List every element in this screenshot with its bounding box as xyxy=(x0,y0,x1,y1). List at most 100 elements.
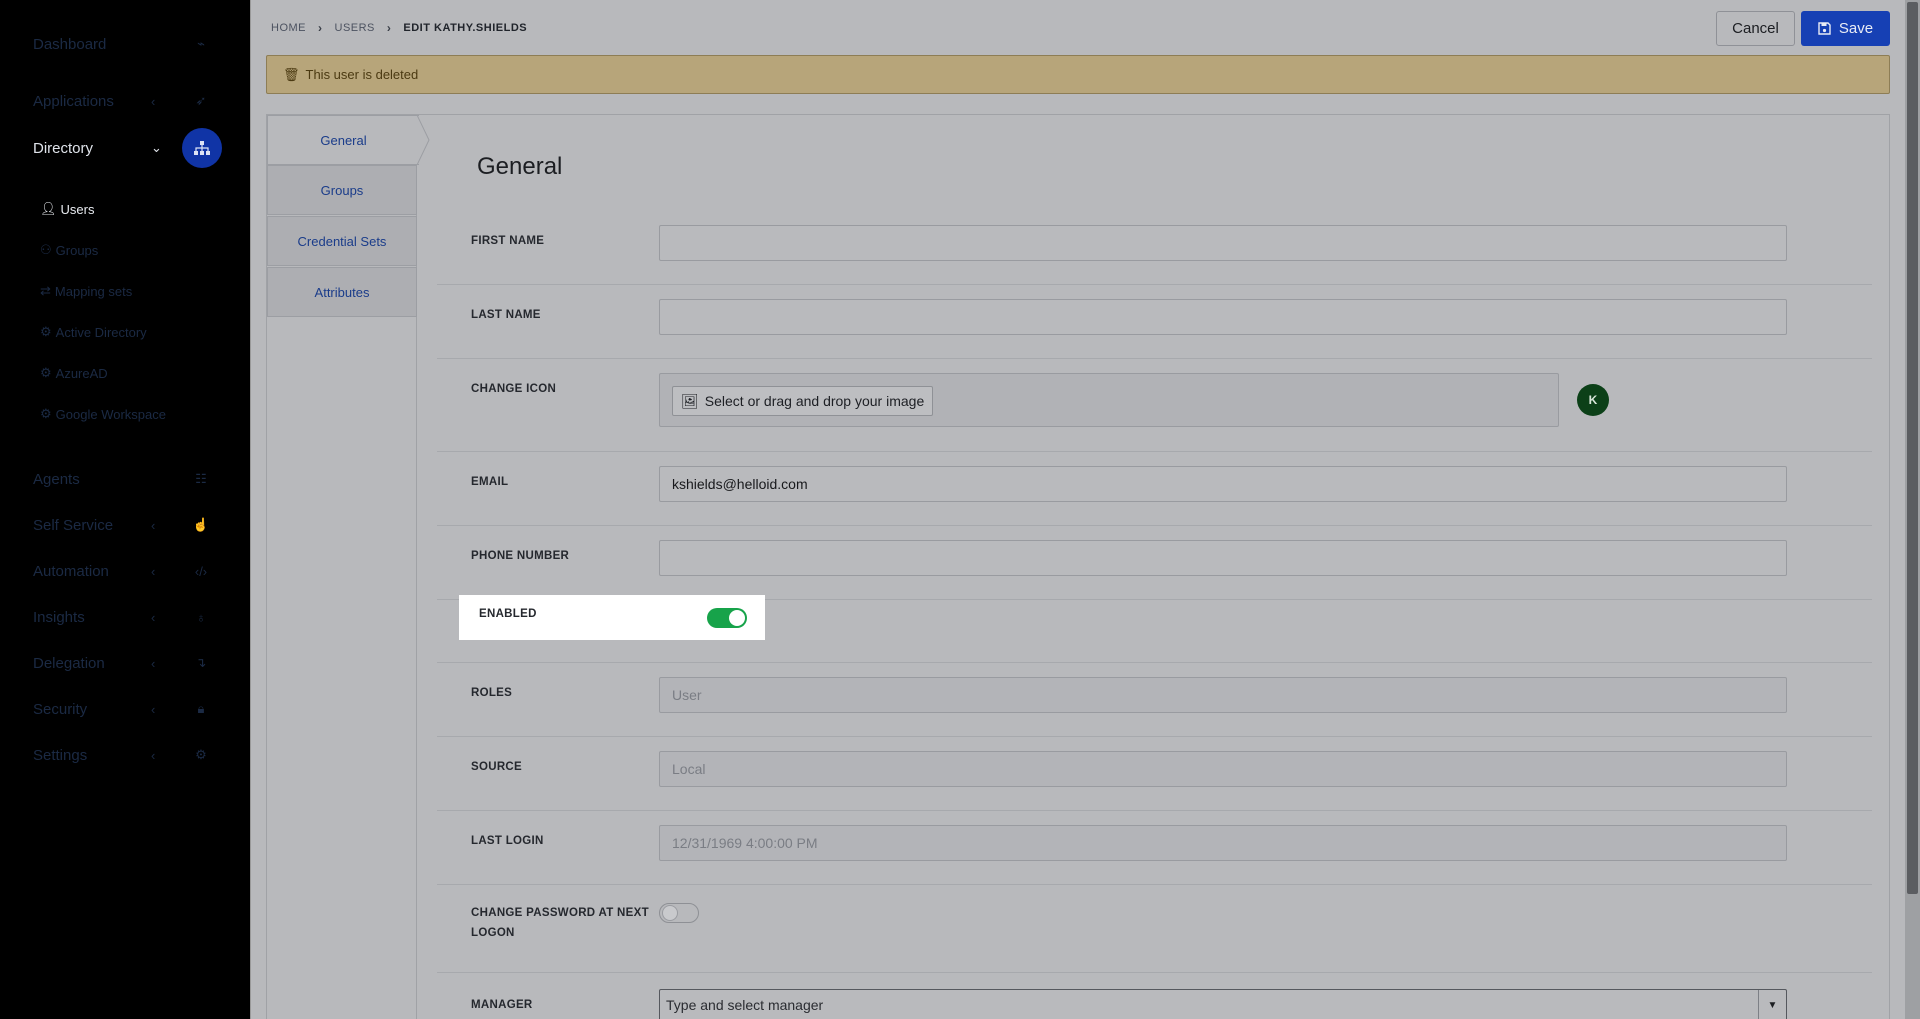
chevron-left-icon: ‹ xyxy=(151,609,156,625)
sidebar-item-self-service[interactable]: Self Service ‹ ☝ xyxy=(33,513,223,537)
tab-general[interactable]: General xyxy=(267,115,419,165)
avatar: K xyxy=(1577,384,1609,416)
breadcrumb-home[interactable]: HOME xyxy=(271,22,306,34)
first-name-label: FIRST NAME xyxy=(471,235,545,247)
enabled-label: ENABLED xyxy=(479,608,537,620)
change-password-label: CHANGE PASSWORD AT NEXT LOGON xyxy=(471,903,649,943)
chevron-left-icon: ‹ xyxy=(151,563,156,579)
tab-label: Attributes xyxy=(314,284,370,300)
sidebar-subitem-users[interactable]: 👤︎ Users xyxy=(40,201,94,217)
last-name-row: LAST NAME xyxy=(437,285,1872,359)
tab-label: Credential Sets xyxy=(297,233,387,249)
code-icon: ‹/› xyxy=(194,563,208,579)
sidebar-item-insights[interactable]: Insights ‹ ♁ xyxy=(33,605,223,629)
chevron-down-icon: ⌄ xyxy=(151,140,162,155)
last-name-label: LAST NAME xyxy=(471,309,541,321)
active-tab-arrow xyxy=(417,115,430,165)
toggle-knob xyxy=(662,905,678,921)
chevron-right-icon: › xyxy=(386,21,392,35)
toggle-knob xyxy=(729,610,745,626)
lock-icon: 🔒︎ xyxy=(197,701,205,716)
rocket-icon: ➶ xyxy=(195,93,207,108)
tab-list: General Groups Credential Sets Attribute… xyxy=(267,115,430,1019)
manager-row: MANAGER Type and select manager ▼ xyxy=(437,973,1872,1019)
sidebar-subitem-active-directory[interactable]: ⚙ Active Directory xyxy=(40,324,147,340)
sidebar: Dashboard ⌁ Applications ‹ ➶ Directory ⌄… xyxy=(0,0,250,1019)
tab-credential-sets[interactable]: Credential Sets xyxy=(267,216,417,266)
chevron-left-icon: ‹ xyxy=(151,93,156,109)
sidebar-item-settings[interactable]: Settings ‹ ⚙ xyxy=(33,743,223,767)
breadcrumb-users[interactable]: USERS xyxy=(335,22,375,34)
phone-row: PHONE NUMBER xyxy=(437,526,1872,600)
last-login-row: LAST LOGIN 12/31/1969 4:00:00 PM xyxy=(437,811,1872,885)
sidebar-subitem-label: Mapping sets xyxy=(54,283,133,299)
roles-field: User xyxy=(659,677,1787,713)
sidebar-subitem-groups[interactable]: ⚇ Groups xyxy=(40,242,98,258)
sidebar-subitem-label: Groups xyxy=(55,242,99,258)
sidebar-item-agents[interactable]: Agents ☷ xyxy=(33,467,223,491)
user-icon: 👤︎ xyxy=(40,201,57,216)
change-password-row: CHANGE PASSWORD AT NEXT LOGON xyxy=(437,885,1872,973)
breadcrumb-current: EDIT KATHY.SHIELDS xyxy=(403,22,528,34)
sidebar-item-security[interactable]: Security ‹ 🔒︎ xyxy=(33,697,223,721)
user-edit-panel: General Groups Credential Sets Attribute… xyxy=(266,114,1890,1019)
tab-label: General xyxy=(320,132,367,148)
caret-down-icon[interactable]: ▼ xyxy=(1758,990,1786,1019)
select-image-button[interactable]: 🖼︎ Select or drag and drop your image xyxy=(672,386,934,416)
first-name-input[interactable] xyxy=(659,225,1787,261)
change-password-toggle[interactable] xyxy=(659,903,699,923)
sidebar-item-dashboard[interactable]: Dashboard ⌁ xyxy=(33,32,223,56)
sidebar-subitem-mapping-sets[interactable]: ⇄ Mapping sets xyxy=(40,283,132,299)
chevron-left-icon: ‹ xyxy=(151,701,156,717)
last-login-label: LAST LOGIN xyxy=(471,835,544,847)
phone-input[interactable] xyxy=(659,540,1787,576)
sidebar-subitem-google-workspace[interactable]: ⚙ Google Workspace xyxy=(40,406,166,422)
email-row: EMAIL kshields@helloid.com xyxy=(437,452,1872,526)
email-input[interactable]: kshields@helloid.com xyxy=(659,466,1787,502)
sidebar-subitem-label: Users xyxy=(60,201,95,217)
floppy-disk-icon xyxy=(1818,22,1831,35)
source-row: SOURCE Local xyxy=(437,737,1872,811)
tab-attributes[interactable]: Attributes xyxy=(267,267,417,317)
sidebar-item-automation[interactable]: Automation ‹ ‹/› xyxy=(33,559,223,583)
exchange-icon: ⇄ xyxy=(40,283,51,298)
cancel-button[interactable]: Cancel xyxy=(1716,11,1795,46)
enabled-toggle[interactable] xyxy=(707,608,747,628)
sidebar-item-delegation[interactable]: Delegation ‹ ↴ xyxy=(33,651,223,675)
last-name-input[interactable] xyxy=(659,299,1787,335)
source-label: SOURCE xyxy=(471,761,523,773)
chevron-right-icon: › xyxy=(318,21,323,35)
manager-placeholder: Type and select manager xyxy=(666,997,824,1013)
trash-icon: 🗑︎ xyxy=(283,66,300,82)
image-icon: 🖼︎ xyxy=(681,392,699,409)
avatar-letter: K xyxy=(1588,393,1598,407)
breadcrumb: HOME › USERS › EDIT KATHY.SHIELDS xyxy=(271,21,527,35)
sidebar-subitem-label: Google Workspace xyxy=(55,406,166,422)
manager-label: MANAGER xyxy=(471,999,533,1011)
sidebar-subitem-label: AzureAD xyxy=(55,365,108,381)
tab-groups[interactable]: Groups xyxy=(267,165,417,215)
manager-select[interactable]: Type and select manager ▼ xyxy=(659,989,1787,1019)
change-password-label-line2: LOGON xyxy=(471,927,515,939)
sitemap-icon[interactable] xyxy=(182,128,222,168)
arrow-turn-icon: ↴ xyxy=(195,655,207,670)
save-button[interactable]: Save xyxy=(1801,11,1890,46)
image-dropzone[interactable]: 🖼︎ Select or drag and drop your image xyxy=(659,373,1559,427)
hand-icon: ☝ xyxy=(192,517,210,532)
gear-icon: ⚙ xyxy=(40,406,52,421)
form-title: General xyxy=(477,153,563,180)
sidebar-subitem-label: Active Directory xyxy=(55,324,147,340)
chevron-left-icon: ‹ xyxy=(151,517,156,533)
servers-icon: ☷ xyxy=(195,471,207,486)
scrollbar-thumb[interactable] xyxy=(1907,2,1918,894)
phone-label: PHONE NUMBER xyxy=(471,550,570,562)
source-field: Local xyxy=(659,751,1787,787)
chevron-left-icon: ‹ xyxy=(151,655,156,671)
sidebar-item-applications[interactable]: Applications ‹ ➶ xyxy=(33,89,223,113)
change-icon-row: CHANGE ICON 🖼︎ Select or drag and drop y… xyxy=(437,359,1872,452)
change-password-label-line1: CHANGE PASSWORD AT NEXT xyxy=(471,907,649,919)
users-icon: ⚇ xyxy=(40,242,52,257)
sidebar-subitem-azuread[interactable]: ⚙ AzureAD xyxy=(40,365,108,381)
page-scrollbar[interactable] xyxy=(1905,0,1920,1019)
lightbulb-icon: ♁ xyxy=(196,609,206,625)
